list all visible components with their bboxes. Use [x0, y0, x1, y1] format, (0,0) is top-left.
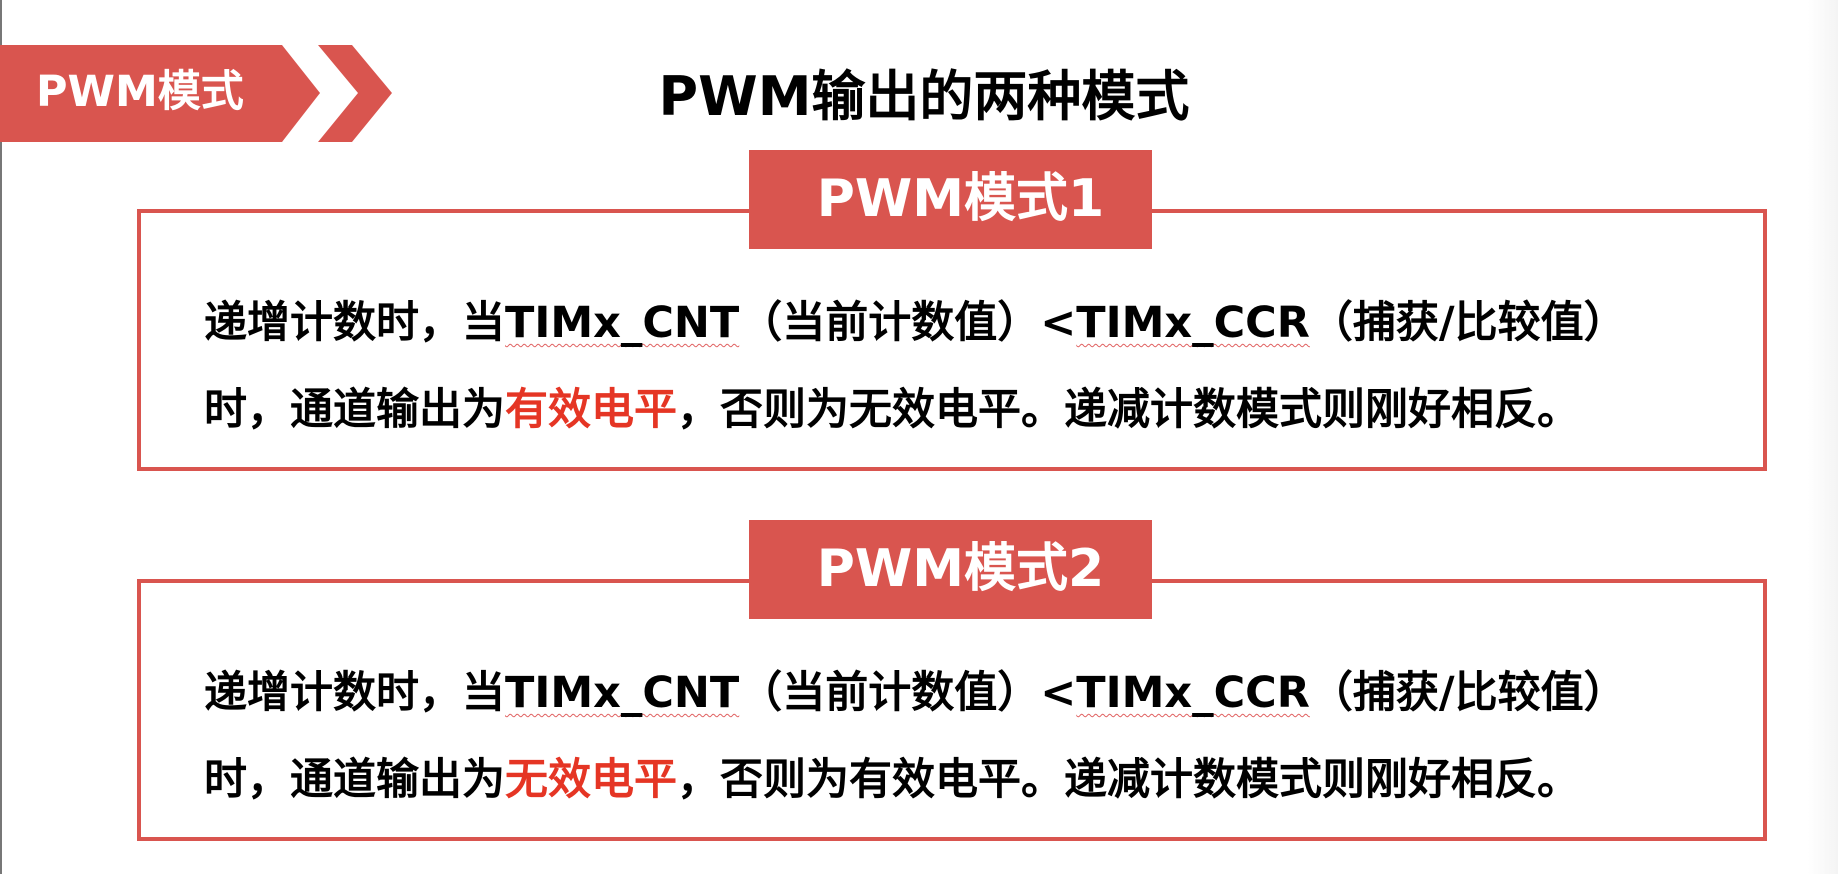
text-segment: 递增计数时，当	[204, 668, 505, 718]
text-segment: （捕获/比较值）	[1309, 668, 1627, 718]
register-ccr: TIMx_CCR	[1076, 298, 1310, 348]
highlighted-level: 有效电平	[505, 385, 677, 435]
mode-1-line-2: 时，通道输出为有效电平，否则为无效电平。递减计数模式则刚好相反。	[204, 367, 1724, 454]
page-title: PWM输出的两种模式	[658, 65, 1190, 128]
text-segment: 时，通道输出为	[204, 755, 505, 805]
highlighted-level: 无效电平	[505, 755, 677, 805]
text-segment: （当前计数值）<	[739, 668, 1077, 718]
text-segment: 时，通道输出为	[204, 385, 505, 435]
text-segment: （捕获/比较值）	[1309, 298, 1627, 348]
register-cnt: TIMx_CNT	[505, 668, 740, 718]
text-segment: ，否则为有效电平。递减计数模式则刚好相反。	[677, 755, 1580, 805]
mode-2-line-1: 递增计数时，当TIMx_CNT（当前计数值）<TIMx_CCR（捕获/比较值）	[204, 650, 1724, 737]
mode-2-label: PWM模式2	[749, 520, 1152, 619]
register-cnt: TIMx_CNT	[505, 298, 740, 348]
mode-2-line-2: 时，通道输出为无效电平，否则为有效电平。递减计数模式则刚好相反。	[204, 737, 1724, 824]
mode-1-line-1: 递增计数时，当TIMx_CNT（当前计数值）<TIMx_CCR（捕获/比较值）	[204, 280, 1724, 367]
text-segment: ，否则为无效电平。递减计数模式则刚好相反。	[677, 385, 1580, 435]
register-ccr: TIMx_CCR	[1076, 668, 1310, 718]
text-segment: （当前计数值）<	[739, 298, 1077, 348]
text-segment: 递增计数时，当	[204, 298, 505, 348]
mode-2-description: 递增计数时，当TIMx_CNT（当前计数值）<TIMx_CCR（捕获/比较值） …	[204, 650, 1724, 824]
mode-1-description: 递增计数时，当TIMx_CNT（当前计数值）<TIMx_CCR（捕获/比较值） …	[204, 280, 1724, 454]
mode-1-label: PWM模式1	[749, 150, 1152, 249]
